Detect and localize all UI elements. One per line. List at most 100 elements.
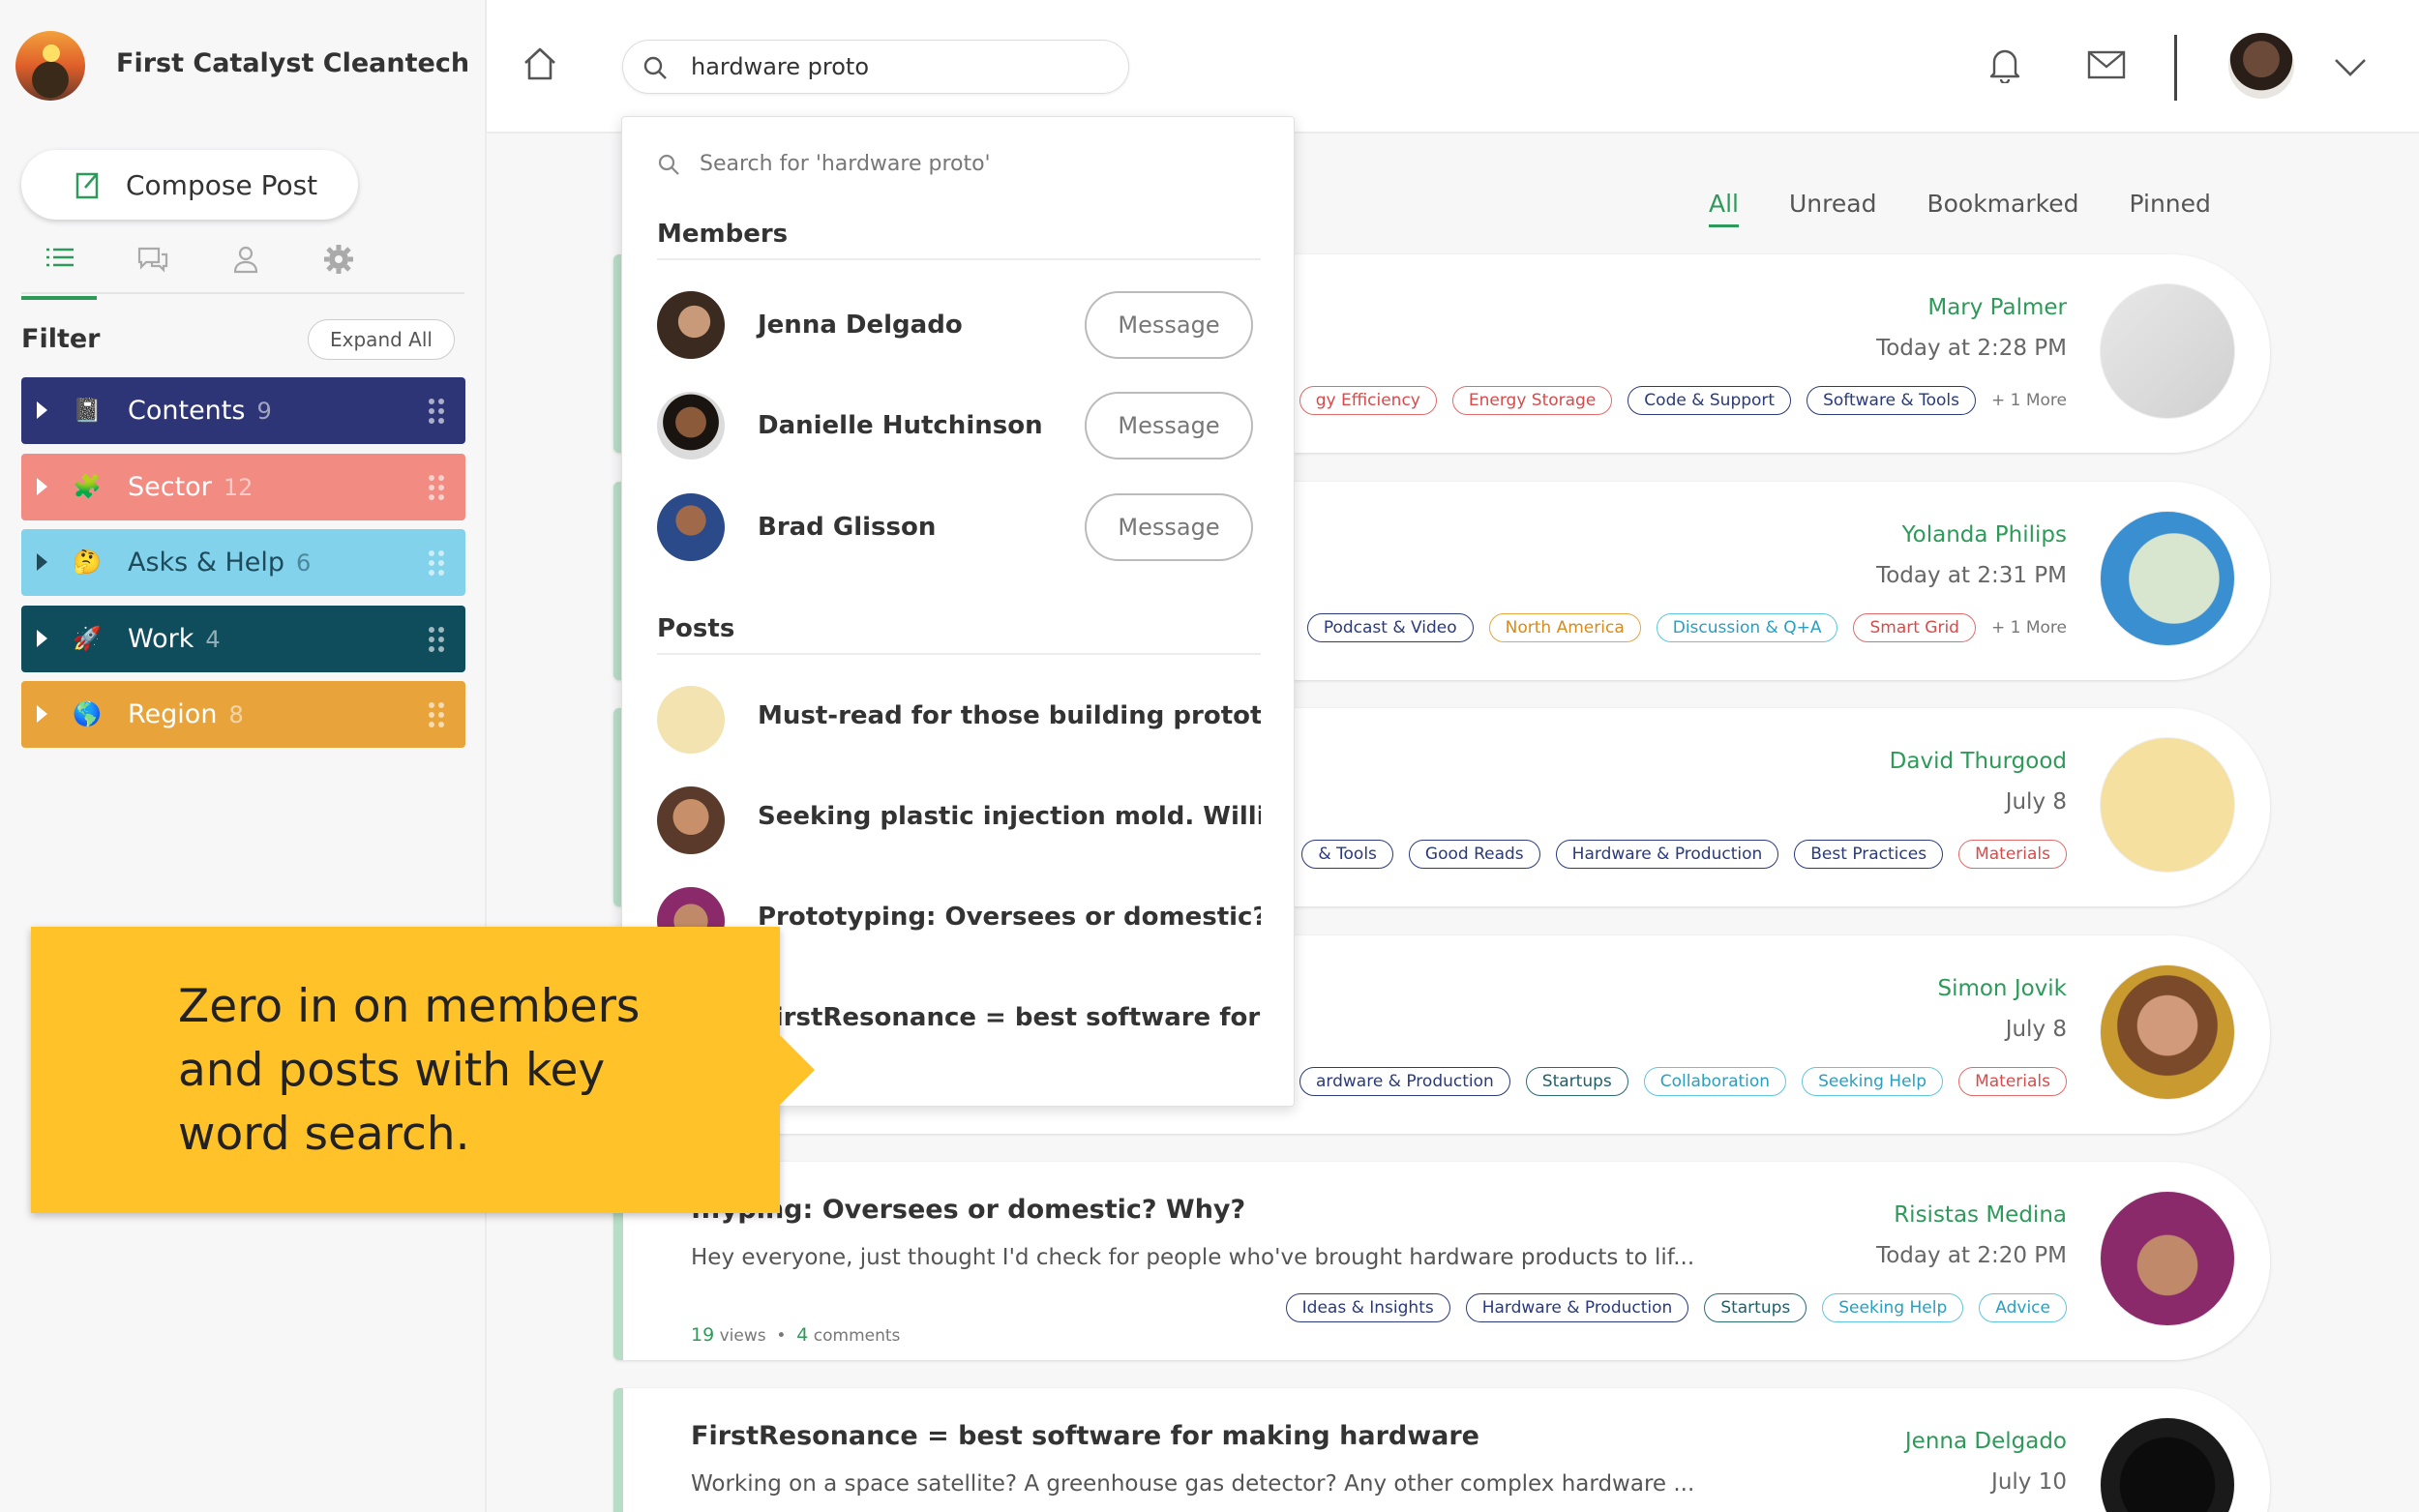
tab-all[interactable]: All [1709, 190, 1739, 227]
topic-tag[interactable]: Good Reads [1408, 840, 1540, 869]
drag-handle-icon[interactable] [429, 475, 444, 500]
post-thumbnail[interactable] [2100, 964, 2235, 1100]
bell-icon[interactable] [1988, 44, 2021, 83]
post-result-title[interactable]: Seeking plastic injection mold. Willin..… [758, 802, 1261, 831]
member-result[interactable]: Jenna Delgado Message [657, 291, 1261, 361]
topic-tag[interactable]: Hardware & Production [1555, 840, 1779, 869]
expand-caret-icon[interactable] [37, 478, 47, 495]
category-count: 6 [296, 549, 312, 577]
topic-tag[interactable]: Software & Tools [1807, 386, 1976, 415]
post-title[interactable]: FirstResonance = best software for makin… [691, 1421, 1479, 1451]
topic-tag[interactable]: Seeking Help [1802, 1067, 1944, 1096]
chat-icon [137, 247, 168, 273]
topic-tag[interactable]: Hardware & Production [1465, 1293, 1689, 1322]
tab-bookmarked[interactable]: Bookmarked [1926, 190, 2078, 218]
topic-tag[interactable]: & Tools [1301, 840, 1393, 869]
category-label: Region 8 [128, 699, 244, 729]
category-region[interactable]: 🌎 Region 8 [21, 681, 465, 748]
post-tags: gy Efficiency Energy Storage Code & Suppor… [1299, 386, 2067, 415]
topic-tag[interactable]: Podcast & Video [1306, 613, 1474, 642]
post-author[interactable]: Simon Jovik [1937, 976, 2067, 1001]
drag-handle-icon[interactable] [429, 399, 444, 424]
expand-caret-icon[interactable] [37, 401, 47, 419]
expand-caret-icon[interactable] [37, 553, 47, 571]
topic-tag[interactable]: Startups [1525, 1067, 1628, 1096]
tab-pinned[interactable]: Pinned [2129, 190, 2210, 218]
drag-handle-icon[interactable] [429, 627, 444, 652]
chevron-down-icon[interactable] [2333, 56, 2368, 79]
post-author[interactable]: David Thurgood [1890, 749, 2067, 774]
category-label: Work 4 [128, 624, 221, 654]
org-logo[interactable] [15, 31, 85, 101]
more-tags-link[interactable]: + 1 More [1991, 391, 2067, 410]
category-sector[interactable]: 🧩 Sector 12 [21, 454, 465, 520]
topic-tag[interactable]: Discussion & Q+A [1656, 613, 1838, 642]
post-result-title[interactable]: Prototyping: Oversees or domestic? ... [758, 903, 1261, 932]
topic-tag[interactable]: ardware & Production [1299, 1067, 1510, 1096]
post-result[interactable]: Seeking plastic injection mold. Willin..… [657, 786, 1261, 854]
divider [2174, 35, 2177, 101]
tab-profile[interactable] [226, 240, 265, 279]
category-contents[interactable]: 📓 Contents 9 [21, 377, 465, 444]
mail-icon[interactable] [2087, 50, 2126, 79]
category-count: 8 [228, 701, 244, 728]
topic-tag[interactable]: Ideas & Insights [1285, 1293, 1450, 1322]
post-card[interactable]: ...yping: Oversees or domestic? Why? Hey … [613, 1162, 2270, 1360]
post-thumbnail[interactable] [2100, 1191, 2235, 1326]
post-result[interactable]: Must-read for those building prototy... [657, 686, 1261, 754]
topic-tag[interactable]: Advice [1979, 1293, 2067, 1322]
member-result[interactable]: Brad Glisson Message [657, 493, 1261, 563]
message-button[interactable]: Message [1085, 493, 1253, 561]
expand-all-button[interactable]: Expand All [308, 319, 455, 360]
member-name[interactable]: Brad Glisson [758, 513, 936, 542]
expand-caret-icon[interactable] [37, 630, 47, 647]
topic-tag[interactable]: Startups [1704, 1293, 1807, 1322]
post-author[interactable]: Mary Palmer [1927, 295, 2067, 320]
post-result-title[interactable]: FirstResonance = best software for ... [758, 1003, 1261, 1032]
topic-tag[interactable]: Code & Support [1628, 386, 1792, 415]
search-input[interactable] [691, 53, 1097, 80]
more-tags-link[interactable]: + 1 More [1991, 618, 2067, 637]
post-card[interactable]: FirstResonance = best software for makin… [613, 1388, 2270, 1512]
category-asks-help[interactable]: 🤔 Asks & Help 6 [21, 529, 465, 596]
post-author[interactable]: Risistas Medina [1894, 1202, 2067, 1228]
members-heading: Members [657, 220, 1261, 260]
topic-tag[interactable]: Energy Storage [1451, 386, 1613, 415]
category-work[interactable]: 🚀 Work 4 [21, 606, 465, 672]
tab-chat[interactable] [134, 240, 172, 279]
topic-tag[interactable]: North America [1488, 613, 1641, 642]
post-thumbnail[interactable] [2100, 1417, 2235, 1512]
message-button[interactable]: Message [1085, 392, 1253, 460]
post-thumbnail[interactable] [2100, 283, 2235, 419]
topic-tag[interactable]: Seeking Help [1822, 1293, 1964, 1322]
user-avatar[interactable] [2228, 33, 2294, 99]
org-name[interactable]: First Catalyst Cleantech [116, 48, 469, 78]
topic-tag[interactable]: Materials [1958, 1067, 2067, 1096]
post-thumbnail[interactable] [2100, 737, 2235, 873]
post-author[interactable]: Yolanda Philips [1902, 522, 2067, 548]
search-hint: Search for 'hardware proto' [700, 152, 991, 176]
topic-tag[interactable]: Smart Grid [1853, 613, 1976, 642]
post-thumbnail[interactable] [2100, 511, 2235, 646]
compose-post-button[interactable]: Compose Post [21, 150, 358, 220]
tab-list[interactable] [21, 240, 97, 300]
topic-tag[interactable]: gy Efficiency [1299, 386, 1437, 415]
post-author[interactable]: Jenna Delgado [1905, 1429, 2067, 1454]
member-name[interactable]: Jenna Delgado [758, 311, 963, 340]
topic-tag[interactable]: Best Practices [1794, 840, 1944, 869]
member-name[interactable]: Danielle Hutchinson [758, 411, 1043, 440]
topic-tag[interactable]: Materials [1958, 840, 2067, 869]
tab-unread[interactable]: Unread [1789, 190, 1876, 218]
search-bar[interactable] [622, 40, 1129, 94]
topic-tag[interactable]: Collaboration [1643, 1067, 1787, 1096]
drag-handle-icon[interactable] [429, 550, 444, 576]
message-button[interactable]: Message [1085, 291, 1253, 359]
post-date: July 8 [2005, 789, 2067, 815]
home-icon[interactable] [522, 45, 558, 82]
expand-caret-icon[interactable] [37, 705, 47, 723]
member-result[interactable]: Danielle Hutchinson Message [657, 392, 1261, 461]
drag-handle-icon[interactable] [429, 702, 444, 727]
search-all-option[interactable]: Search for 'hardware proto' [657, 152, 991, 176]
tab-settings[interactable] [319, 240, 358, 279]
post-result-title[interactable]: Must-read for those building prototy... [758, 701, 1261, 730]
